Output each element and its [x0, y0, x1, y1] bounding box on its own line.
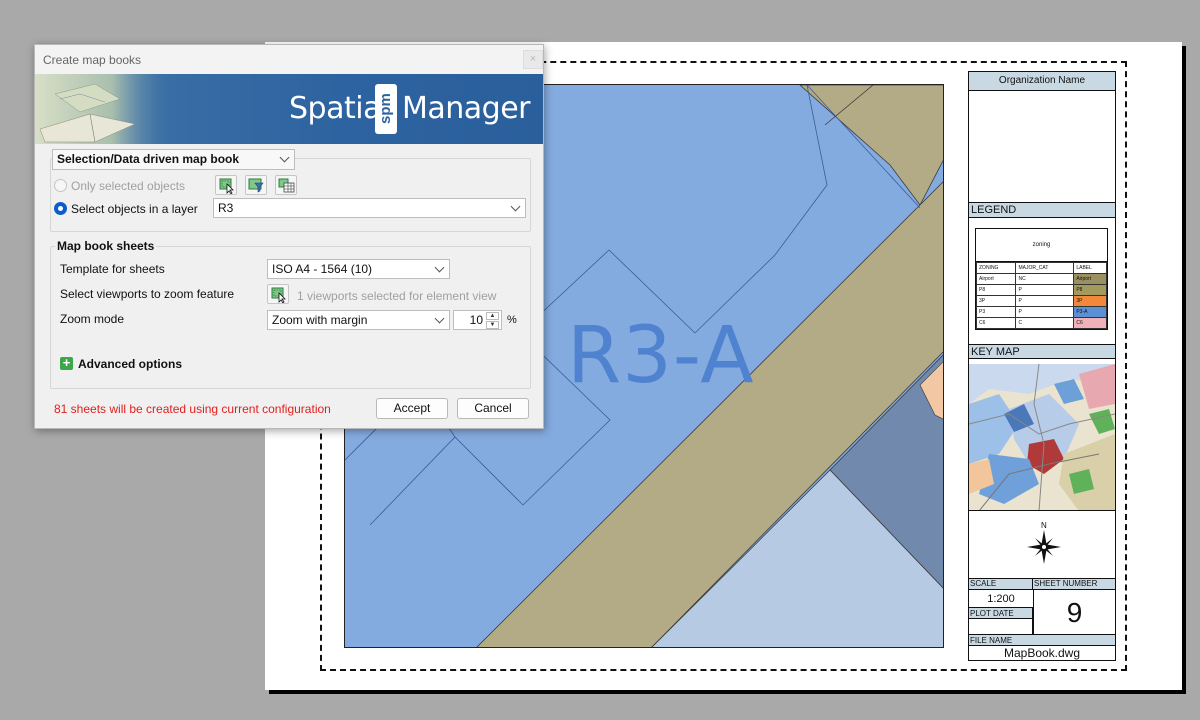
chevron-down-icon: [434, 262, 445, 273]
legend-cat: NC: [1015, 273, 1075, 285]
legend-label: C6: [1073, 317, 1107, 329]
zoom-margin-stepper[interactable]: 10 ▲ ▼: [453, 310, 502, 330]
scale-label: SCALE: [969, 579, 1033, 590]
select-objects-icon: [219, 178, 234, 195]
map-book-mode-value: Selection/Data driven map book: [57, 152, 240, 166]
legend-cat: C: [1015, 317, 1075, 329]
legend-label: P3-A: [1073, 306, 1107, 318]
brand-spatial-text: Spatial: [289, 91, 389, 126]
organization-name: Organization Name: [969, 72, 1115, 91]
map-book-mode-select[interactable]: Selection/Data driven map book: [52, 149, 295, 170]
key-map-title: KEY MAP: [969, 344, 1115, 359]
scale-value: 1:200: [987, 593, 1015, 605]
template-select-value: ISO A4 - 1564 (10): [272, 262, 373, 276]
legend-zoning: P8: [975, 284, 1017, 296]
legend-label: Airport: [1073, 273, 1107, 285]
cancel-button[interactable]: Cancel: [457, 398, 529, 419]
template-select[interactable]: ISO A4 - 1564 (10): [267, 259, 450, 279]
filter-objects-button[interactable]: [245, 175, 267, 195]
legend-label: 3P: [1073, 295, 1107, 307]
plus-icon[interactable]: +: [60, 356, 73, 370]
spm-logo-icon: spm: [375, 84, 397, 134]
legend-header: ZONING: [975, 262, 1017, 274]
viewports-label: Select viewports to zoom feature: [60, 287, 235, 301]
legend-zoning: 3P: [975, 295, 1017, 307]
status-message: 81 sheets will be created using current …: [54, 402, 331, 416]
sheet-number-label: SHEET NUMBER: [1033, 579, 1115, 590]
legend-header: LABEL: [1073, 262, 1107, 274]
filter-objects-icon: [248, 178, 264, 193]
legend-caption: zoning: [976, 229, 1107, 262]
advanced-options-toggle[interactable]: Advanced options: [78, 357, 182, 371]
legend-title: LEGEND: [969, 202, 1115, 218]
table-button[interactable]: [275, 175, 297, 195]
scale-section: SCALE SHEET NUMBER 1:200 PLOT DATE 9: [969, 578, 1115, 635]
layer-select-value: R3: [218, 201, 234, 215]
brand-banner: Spatial spm Manager: [35, 74, 543, 144]
table-icon: [278, 178, 295, 193]
plot-date-label: PLOT DATE: [969, 607, 1033, 619]
spin-down-icon[interactable]: ▼: [486, 321, 499, 329]
template-label: Template for sheets: [60, 262, 165, 276]
legend-label: P8: [1073, 284, 1107, 296]
map-book-image: [35, 74, 175, 144]
legend-row: Airport NC Airport: [975, 273, 1107, 285]
close-button[interactable]: ×: [523, 50, 543, 69]
file-name-label: FILE NAME: [969, 634, 1115, 646]
legend-row: P3 P P3-A: [975, 306, 1107, 318]
legend-table: zoning ZONING MAJOR_CAT LABEL Airport NC…: [975, 228, 1108, 330]
chevron-down-icon: [434, 313, 445, 324]
spm-logo-text: spm: [377, 93, 394, 125]
only-selected-label: Only selected objects: [71, 179, 186, 193]
chevron-down-icon: [279, 152, 290, 163]
zoom-margin-value: 10: [469, 313, 483, 327]
spin-up-icon[interactable]: ▲: [486, 312, 499, 320]
legend-zoning: P3: [975, 306, 1017, 318]
viewports-status: 1 viewports selected for element view: [297, 289, 497, 303]
select-layer-label: Select objects in a layer: [71, 202, 198, 216]
create-map-books-dialog: Create map books × Spatial spm Manager S…: [34, 44, 544, 429]
sheet-number-value: 9: [1033, 590, 1115, 635]
zoom-mode-value: Zoom with margin: [272, 313, 368, 327]
north-label: N: [1041, 521, 1047, 530]
key-map: [969, 364, 1115, 511]
key-map-image: [969, 364, 1115, 510]
select-layer-radio[interactable]: [54, 202, 67, 215]
legend-row: P8 P P8: [975, 284, 1107, 296]
legend-row: C6 C C6: [975, 317, 1107, 329]
select-objects-button[interactable]: [215, 175, 237, 195]
viewport-pick-icon: [271, 287, 286, 304]
brand-manager-text: Manager: [402, 91, 531, 126]
chevron-down-icon: [510, 201, 521, 212]
feature-label: R3-A: [567, 311, 755, 401]
legend-zoning: C6: [975, 317, 1017, 329]
legend-zoning: Airport: [975, 273, 1017, 285]
zoom-mode-label: Zoom mode: [60, 312, 125, 326]
legend-cat: P: [1015, 284, 1075, 296]
zoom-mode-select[interactable]: Zoom with margin: [267, 310, 450, 330]
north-arrow-icon: N: [1024, 520, 1064, 570]
file-name-value: MapBook.dwg: [1003, 646, 1081, 660]
map-book-sheets-title: Map book sheets: [55, 239, 157, 253]
only-selected-radio[interactable]: [54, 179, 67, 192]
percent-sign: %: [507, 314, 517, 326]
pick-viewports-button[interactable]: [267, 284, 289, 304]
legend-cat: P: [1015, 295, 1075, 307]
dialog-title: Create map books: [43, 53, 142, 67]
accept-button[interactable]: Accept: [376, 398, 448, 419]
dialog-titlebar[interactable]: Create map books ×: [35, 45, 543, 74]
legend-row: 3P P 3P: [975, 295, 1107, 307]
plot-date-value: [969, 619, 1033, 635]
legend-header: MAJOR_CAT: [1015, 262, 1075, 274]
legend-cat: P: [1015, 306, 1075, 318]
layer-select[interactable]: R3: [213, 198, 526, 218]
title-block: Organization Name LEGEND zoning ZONING M…: [968, 71, 1116, 661]
